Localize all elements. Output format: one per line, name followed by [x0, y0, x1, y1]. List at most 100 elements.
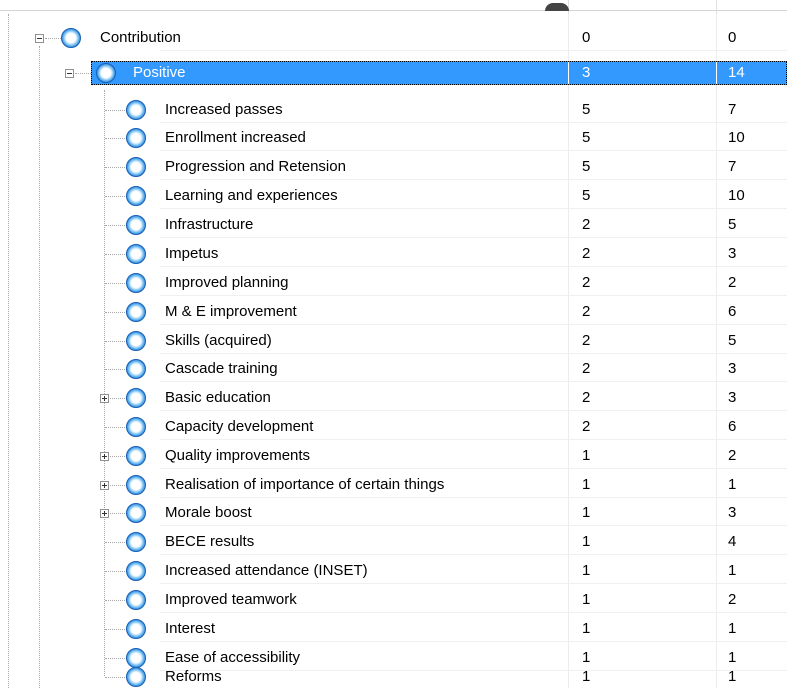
node-label: M & E improvement [165, 303, 297, 320]
node-label: Increased attendance (INSET) [165, 562, 368, 579]
col2-value: 6 [728, 303, 737, 320]
col1-value: 2 [582, 274, 591, 291]
selection-highlight [91, 61, 787, 85]
col1-value: 2 [582, 332, 591, 349]
tree-row[interactable]: Impetus 2 3 [0, 241, 787, 267]
node-label: Interest [165, 620, 216, 637]
node-label: Positive [133, 64, 186, 81]
col1-value: 1 [582, 476, 591, 493]
tree-row[interactable]: Enrollment increased 5 10 [0, 125, 787, 151]
node-orb-icon [126, 186, 146, 206]
col2-value: 4 [728, 533, 737, 550]
expand-icon[interactable] [100, 452, 109, 461]
col1-value: 2 [582, 216, 591, 233]
col1-value: 5 [582, 187, 591, 204]
node-orb-icon [126, 273, 146, 293]
tree-row[interactable]: Improved planning 2 2 [0, 270, 787, 296]
tree-row-expandable[interactable]: Basic education 2 3 [0, 385, 787, 411]
tree-row[interactable]: Reforms 1 1 [0, 664, 787, 688]
col1-value: 1 [582, 562, 591, 579]
node-orb-icon [126, 157, 146, 177]
node-label: Improved planning [165, 274, 289, 291]
col1-value: 3 [582, 64, 591, 81]
col1-value: 2 [582, 389, 591, 406]
col2-value: 10 [728, 129, 745, 146]
col2-value: 2 [728, 591, 737, 608]
col2-value: 2 [728, 274, 737, 291]
node-label: Reforms [165, 668, 222, 685]
col2-value: 1 [728, 562, 737, 579]
node-orb-icon [126, 590, 146, 610]
node-label: Infrastructure [165, 216, 254, 233]
node-orb-icon [126, 561, 146, 581]
node-label: Realisation of importance of certain thi… [165, 476, 445, 493]
node-label: Morale boost [165, 504, 252, 521]
tree-row[interactable]: Learning and experiences 5 10 [0, 183, 787, 209]
col2-value: 3 [728, 245, 737, 262]
node-orb-icon [96, 63, 116, 83]
col1-value: 1 [582, 533, 591, 550]
expand-icon[interactable] [100, 509, 109, 518]
node-orb-icon [61, 28, 81, 48]
col1-value: 0 [582, 29, 591, 46]
tree-row[interactable]: Skills (acquired) 2 5 [0, 328, 787, 354]
col2-value: 7 [728, 158, 737, 175]
node-label: Contribution [100, 29, 181, 46]
node-orb-icon [126, 532, 146, 552]
node-orb-icon [126, 100, 146, 120]
expand-icon[interactable] [100, 394, 109, 403]
node-orb-icon [126, 302, 146, 322]
node-orb-icon [126, 475, 146, 495]
node-label: Progression and Retension [165, 158, 346, 175]
node-label: Enrollment increased [165, 129, 306, 146]
col1-value: 1 [582, 668, 591, 685]
tree-row[interactable]: Increased passes 5 7 [0, 97, 787, 123]
tree-row[interactable]: Progression and Retension 5 7 [0, 154, 787, 180]
node-orb-icon [126, 667, 146, 687]
node-orb-icon [126, 503, 146, 523]
node-orb-icon [126, 128, 146, 148]
col2-value: 1 [728, 476, 737, 493]
node-label: BECE results [165, 533, 255, 550]
tree-row-expandable[interactable]: Realisation of importance of certain thi… [0, 472, 787, 498]
tree-row-contribution[interactable]: Contribution 0 0 [0, 25, 787, 51]
tree-row-expandable[interactable]: Quality improvements 1 2 [0, 443, 787, 469]
tree-row[interactable]: Increased attendance (INSET) 1 1 [0, 558, 787, 584]
col2-value: 10 [728, 187, 745, 204]
node-orb-icon [126, 417, 146, 437]
node-orb-icon [126, 244, 146, 264]
col2-value: 5 [728, 216, 737, 233]
node-label: Skills (acquired) [165, 332, 272, 349]
tree-row[interactable]: Interest 1 1 [0, 616, 787, 642]
col1-value: 5 [582, 101, 591, 118]
tree-row[interactable]: BECE results 1 4 [0, 529, 787, 555]
col1-value: 1 [582, 591, 591, 608]
tree-row[interactable]: Cascade training 2 3 [0, 356, 787, 382]
node-label: Improved teamwork [165, 591, 297, 608]
tree-row-expandable[interactable]: Morale boost 1 3 [0, 500, 787, 526]
tree-row[interactable]: M & E improvement 2 6 [0, 299, 787, 325]
tree-row-positive[interactable]: Positive 3 14 [0, 60, 787, 86]
tree-row[interactable]: Capacity development 2 6 [0, 414, 787, 440]
col2-value: 3 [728, 389, 737, 406]
node-label: Learning and experiences [165, 187, 338, 204]
col1-value: 5 [582, 129, 591, 146]
col2-value: 3 [728, 504, 737, 521]
node-label: Basic education [165, 389, 271, 406]
col1-value: 2 [582, 418, 591, 435]
expand-icon[interactable] [100, 481, 109, 490]
col2-value: 3 [728, 360, 737, 377]
collapse-icon[interactable] [35, 34, 44, 43]
col2-value: 14 [728, 64, 745, 81]
node-label: Capacity development [165, 418, 314, 435]
tree-row[interactable]: Infrastructure 2 5 [0, 212, 787, 238]
col2-value: 1 [728, 620, 737, 637]
tree-row[interactable]: Improved teamwork 1 2 [0, 587, 787, 613]
node-orb-icon [126, 331, 146, 351]
collapse-icon[interactable] [65, 69, 74, 78]
col2-value: 1 [728, 668, 737, 685]
col2-value: 6 [728, 418, 737, 435]
node-orb-icon [126, 619, 146, 639]
col1-value: 1 [582, 447, 591, 464]
col2-value: 0 [728, 29, 737, 46]
